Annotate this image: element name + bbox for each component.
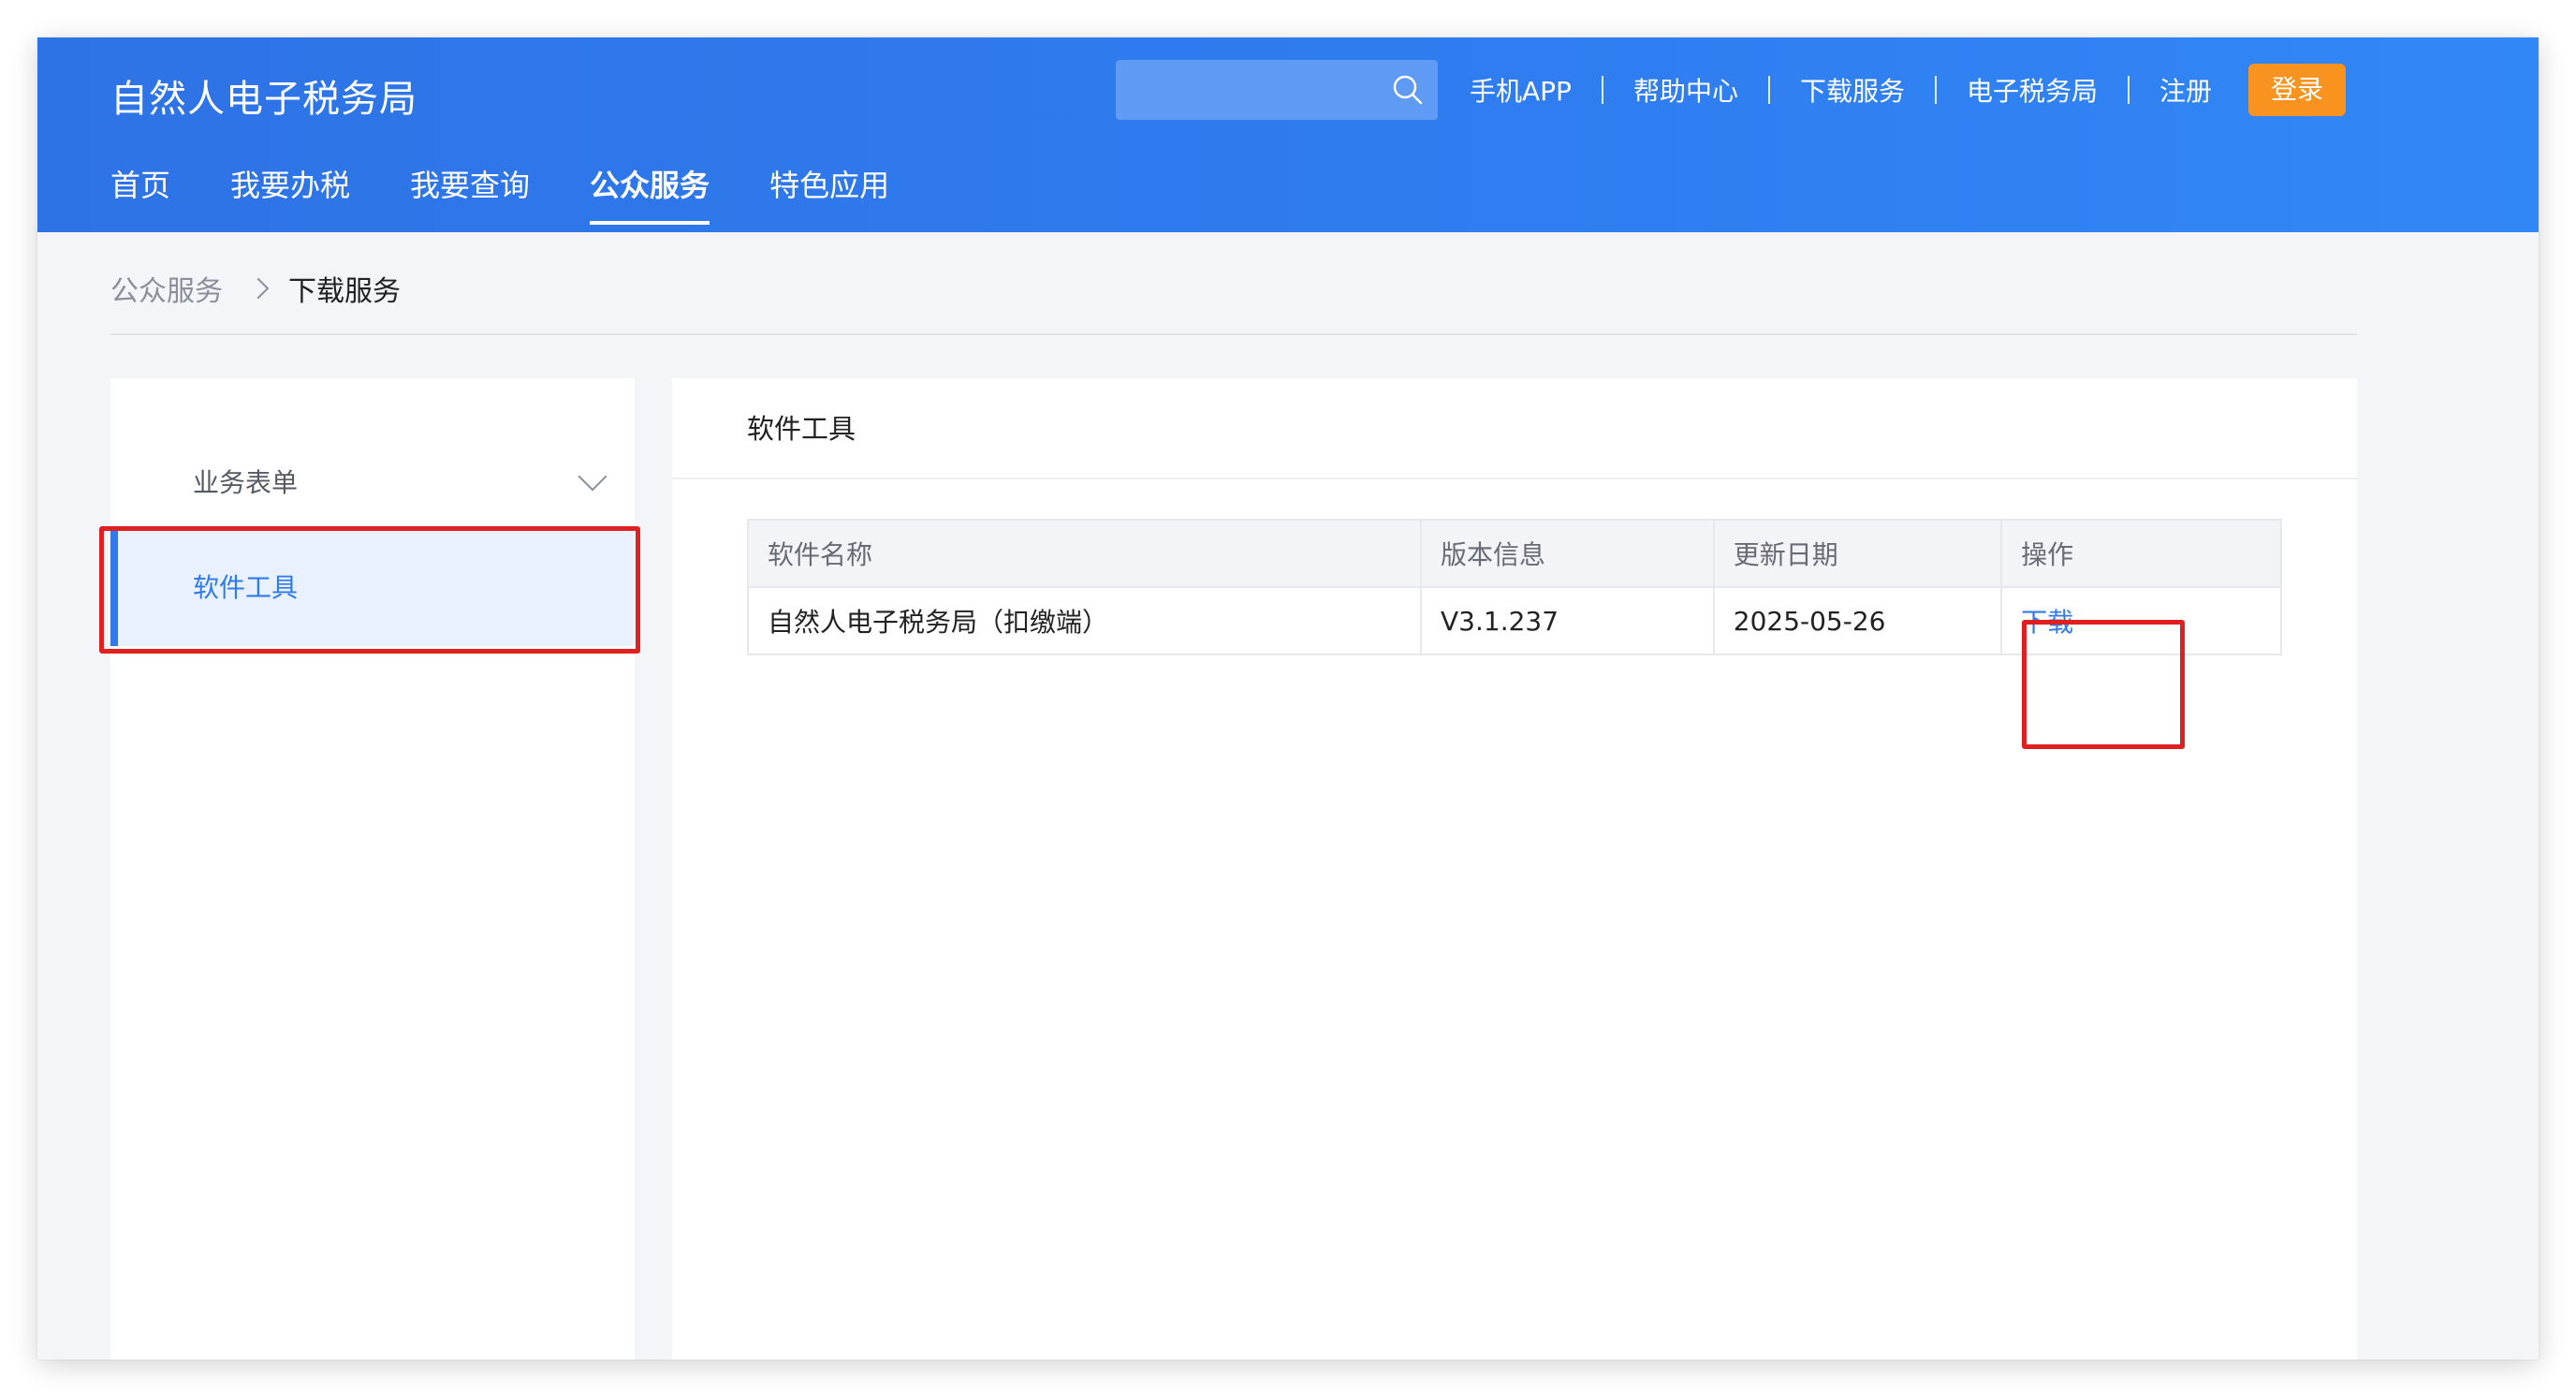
version-cell: V3.1.237 <box>1420 586 1715 655</box>
action-cell: 下载 <box>2000 586 2282 655</box>
top-links: 手机APP 帮助中心 下载服务 电子税务局 注册 <box>1470 60 2212 120</box>
search-input[interactable] <box>1116 60 1438 120</box>
update-date-cell: 2025-05-26 <box>1712 586 2003 655</box>
divider <box>2127 76 2130 104</box>
column-header-version: 版本信息 <box>1420 519 1715 588</box>
top-link-download-service[interactable]: 下载服务 <box>1800 71 1905 109</box>
software-table: 软件名称 版本信息 更新日期 操作 自然人电子税务局（扣缴端） V3.1.237… <box>746 519 2282 655</box>
top-link-register[interactable]: 注册 <box>2159 71 2212 109</box>
divider <box>1934 76 1937 104</box>
search-icon[interactable] <box>1391 73 1425 107</box>
divider <box>110 333 2357 335</box>
chevron-right-icon <box>247 277 270 300</box>
header: 自然人电子税务局 手机APP 帮助中心 下载服务 电子税务局 注册 登录 首页 … <box>37 37 2539 232</box>
table-row: 自然人电子税务局（扣缴端） V3.1.237 2025-05-26 下载 <box>746 586 2282 655</box>
top-link-help-center[interactable]: 帮助中心 <box>1633 71 1738 109</box>
sidebar-group-label: 业务表单 <box>193 467 299 498</box>
top-link-e-tax-bureau[interactable]: 电子税务局 <box>1967 71 2098 109</box>
content-panel: 软件工具 软件名称 版本信息 更新日期 操作 自然人电子税务局（扣缴端） V3.… <box>672 378 2357 1360</box>
column-header-action: 操作 <box>2000 519 2282 588</box>
download-link[interactable]: 下载 <box>2021 607 2073 638</box>
site-title[interactable]: 自然人电子税务局 <box>110 66 417 133</box>
breadcrumb-parent[interactable]: 公众服务 <box>110 268 223 309</box>
divider <box>1767 76 1770 104</box>
sidebar: 业务表单 软件工具 <box>110 378 635 1360</box>
nav-item-public-service[interactable]: 公众服务 <box>590 163 710 232</box>
top-link-mobile-app[interactable]: 手机APP <box>1470 71 1572 109</box>
divider <box>1601 76 1603 104</box>
sidebar-item-label: 软件工具 <box>193 572 299 603</box>
nav-item-home[interactable]: 首页 <box>110 163 170 232</box>
sidebar-item-software-tools[interactable]: 软件工具 <box>110 530 635 646</box>
software-name-cell: 自然人电子税务局（扣缴端） <box>746 586 1423 655</box>
app-window: 自然人电子税务局 手机APP 帮助中心 下载服务 电子税务局 注册 登录 首页 … <box>37 37 2539 1360</box>
nav-item-tax-filing[interactable]: 我要办税 <box>230 163 350 232</box>
column-header-date: 更新日期 <box>1712 519 2003 588</box>
breadcrumb: 公众服务 下载服务 <box>110 260 401 316</box>
nav-item-query[interactable]: 我要查询 <box>410 163 530 232</box>
main-nav: 首页 我要办税 我要查询 公众服务 特色应用 <box>110 163 949 232</box>
table-header-row: 软件名称 版本信息 更新日期 操作 <box>746 519 2282 588</box>
column-header-name: 软件名称 <box>746 519 1423 588</box>
panel-title: 软件工具 <box>747 413 856 445</box>
sidebar-group-business-forms[interactable]: 业务表单 <box>110 453 635 513</box>
chevron-down-icon[interactable] <box>578 462 607 492</box>
nav-item-featured-apps[interactable]: 特色应用 <box>769 163 889 232</box>
divider <box>672 478 2357 479</box>
breadcrumb-current: 下载服务 <box>288 275 401 308</box>
login-button[interactable]: 登录 <box>2248 64 2346 116</box>
